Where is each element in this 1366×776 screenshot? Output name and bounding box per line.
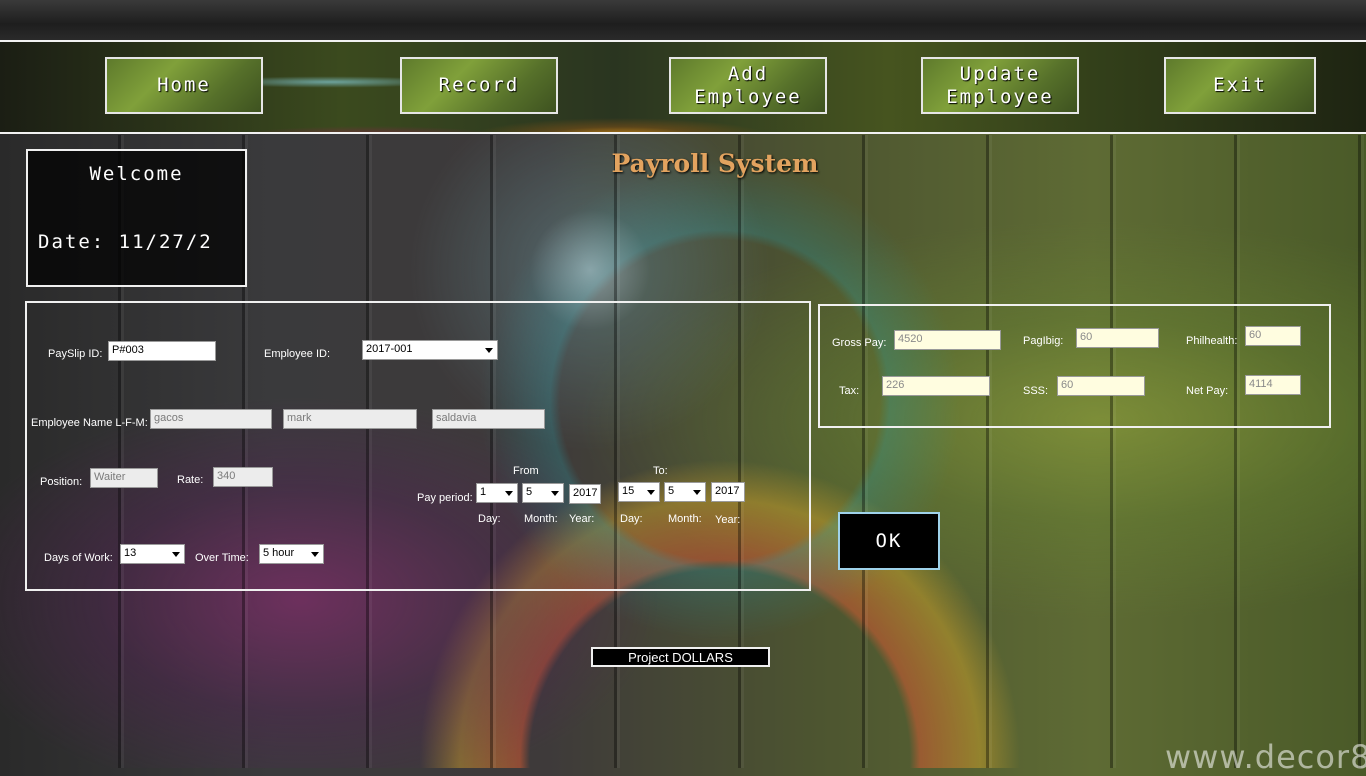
- from-month-caption: Month:: [524, 513, 558, 525]
- pay-period-label: Pay period:: [417, 492, 473, 504]
- date-line: Date: 11/27/2: [38, 231, 213, 253]
- chevron-down-icon: [311, 552, 319, 557]
- to-month-value: 5: [668, 485, 675, 497]
- project-label: Project DOLLARS: [591, 647, 770, 667]
- to-year-field[interactable]: 2017: [711, 482, 745, 502]
- ok-button[interactable]: OK: [838, 512, 940, 570]
- from-day-select[interactable]: 1: [476, 483, 518, 503]
- from-label: From: [513, 465, 539, 477]
- date-label: Date:: [38, 231, 106, 253]
- employee-name-label: Employee Name L-F-M:: [31, 417, 148, 429]
- days-of-work-select[interactable]: 13: [120, 544, 185, 564]
- payslip-form-panel: PaySlip ID: P#003 Employee ID: 2017-001 …: [25, 301, 811, 591]
- pagibig-label: PagIbig:: [1023, 335, 1064, 347]
- to-day-value: 15: [622, 485, 635, 497]
- pagibig-field[interactable]: 60: [1076, 328, 1159, 348]
- net-pay-label: Net Pay:: [1186, 385, 1229, 397]
- top-strip: [0, 0, 1366, 42]
- philhealth-label: Philhealth:: [1186, 335, 1238, 347]
- chevron-down-icon: [172, 552, 180, 557]
- overtime-label: Over Time:: [195, 552, 249, 564]
- to-day-caption: Day:: [620, 513, 643, 525]
- record-button[interactable]: Record: [400, 57, 558, 114]
- welcome-box: Welcome Date: 11/27/2: [26, 149, 247, 287]
- from-day-value: 1: [480, 486, 487, 498]
- chevron-down-icon: [647, 490, 655, 495]
- tax-field[interactable]: 226: [882, 376, 990, 396]
- overtime-select[interactable]: 5 hour: [259, 544, 324, 564]
- tax-label: Tax:: [839, 385, 860, 397]
- decor8-watermark: www.decor8.ro: [1165, 738, 1366, 776]
- position-field[interactable]: Waiter: [90, 468, 158, 488]
- days-of-work-label: Days of Work:: [44, 552, 113, 564]
- update-employee-button[interactable]: Update Employee: [921, 57, 1079, 114]
- page-title: Payroll System: [611, 149, 819, 178]
- from-month-select[interactable]: 5: [522, 483, 564, 503]
- last-name-field[interactable]: gacos: [150, 409, 272, 429]
- to-year-caption: Year:: [715, 514, 741, 526]
- middle-name-field[interactable]: saldavia: [432, 409, 545, 429]
- sss-label: SSS:: [1023, 385, 1049, 397]
- nav-bar: Home Record Add Employee Update Employee…: [0, 42, 1366, 134]
- welcome-text: Welcome: [89, 163, 184, 185]
- home-button[interactable]: Home: [105, 57, 263, 114]
- philhealth-field[interactable]: 60: [1245, 326, 1301, 346]
- from-year-field[interactable]: 2017: [569, 484, 601, 504]
- chevron-down-icon: [485, 348, 493, 353]
- gross-pay-field[interactable]: 4520: [894, 330, 1001, 350]
- sss-field[interactable]: 60: [1057, 376, 1145, 396]
- chevron-down-icon: [693, 490, 701, 495]
- pay-summary-panel: Gross Pay: 4520 PagIbig: 60 Philhealth: …: [818, 304, 1331, 428]
- employee-id-label: Employee ID:: [264, 348, 331, 360]
- rate-label: Rate:: [177, 474, 204, 486]
- to-day-select[interactable]: 15: [618, 482, 660, 502]
- to-month-select[interactable]: 5: [664, 482, 706, 502]
- gross-pay-label: Gross Pay:: [832, 337, 887, 349]
- payslip-id-label: PaySlip ID:: [48, 348, 103, 360]
- from-day-caption: Day:: [478, 513, 501, 525]
- exit-button[interactable]: Exit: [1164, 57, 1316, 114]
- employee-id-value: 2017-001: [366, 343, 413, 355]
- rate-field[interactable]: 340: [213, 467, 273, 487]
- first-name-field[interactable]: mark: [283, 409, 417, 429]
- chevron-down-icon: [551, 491, 559, 496]
- to-label: To:: [653, 465, 668, 477]
- position-label: Position:: [40, 476, 83, 488]
- payslip-id-field[interactable]: P#003: [108, 341, 216, 361]
- to-month-caption: Month:: [668, 513, 702, 525]
- chevron-down-icon: [505, 491, 513, 496]
- net-pay-field[interactable]: 4114: [1245, 375, 1301, 395]
- from-year-caption: Year:: [569, 513, 595, 525]
- date-value: 11/27/2: [118, 231, 213, 253]
- overtime-value: 5 hour: [263, 547, 295, 559]
- employee-id-select[interactable]: 2017-001: [362, 340, 498, 360]
- from-month-value: 5: [526, 486, 533, 498]
- days-of-work-value: 13: [124, 547, 137, 559]
- add-employee-button[interactable]: Add Employee: [669, 57, 827, 114]
